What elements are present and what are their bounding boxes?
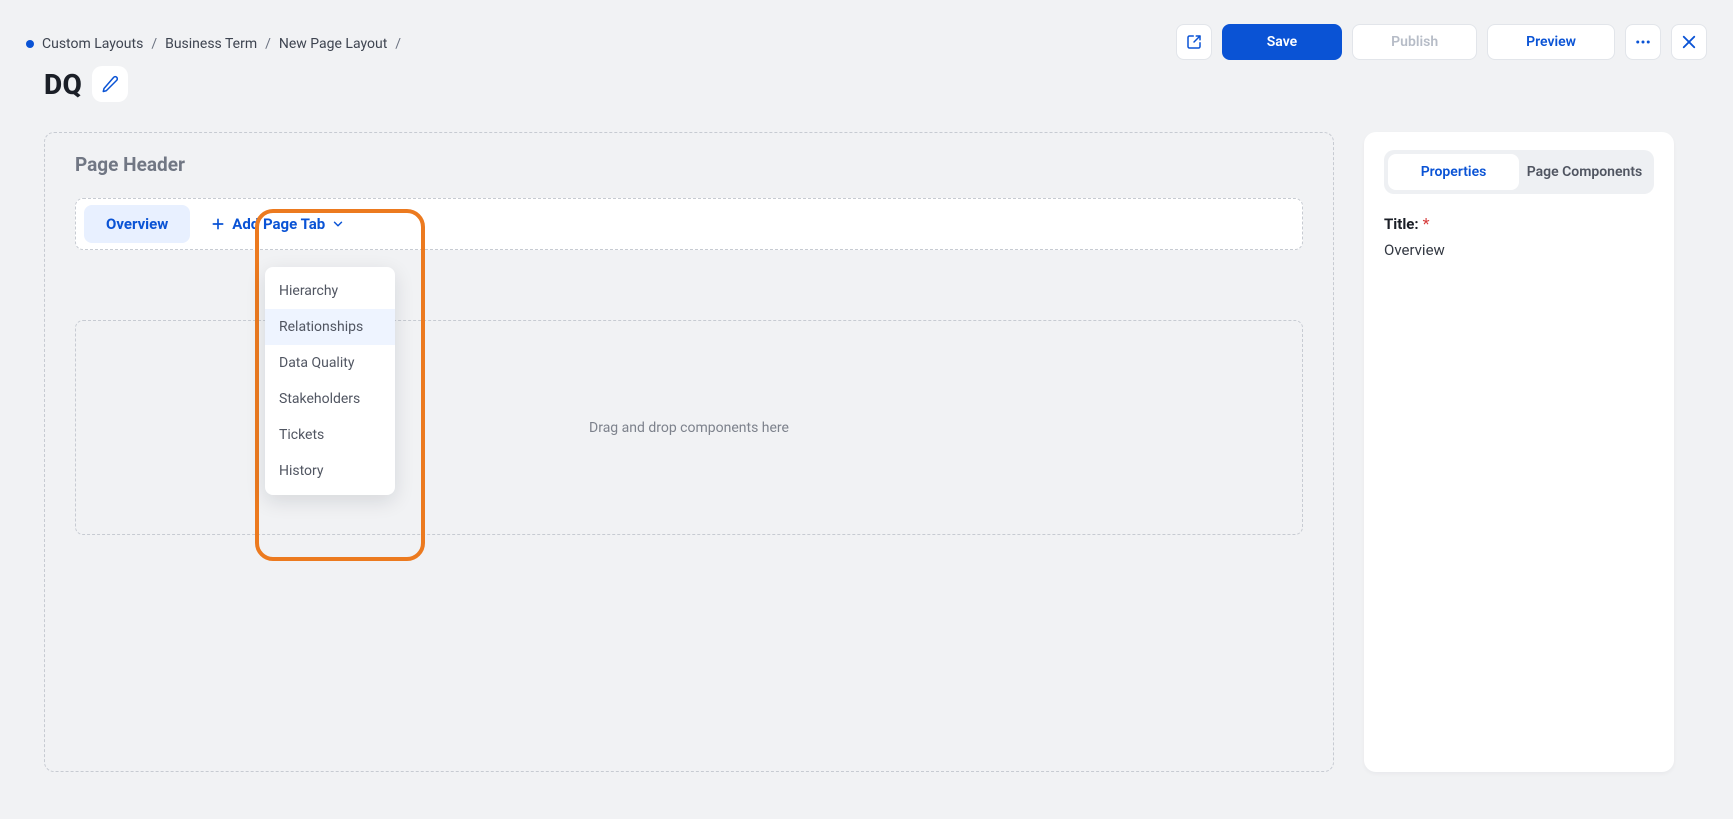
pencil-icon [101, 75, 119, 93]
title-field-label: Title: [1384, 215, 1419, 233]
dropzone-hint: Drag and drop components here [589, 420, 789, 436]
add-page-tab-menu: Hierarchy Relationships Data Quality Sta… [265, 267, 395, 495]
more-button[interactable] [1625, 24, 1661, 60]
title-field-value[interactable]: Overview [1384, 241, 1654, 259]
breadcrumb-sep: / [265, 36, 271, 52]
page-title: DQ [44, 68, 82, 101]
menu-item-tickets[interactable]: Tickets [265, 417, 395, 453]
breadcrumb-sep: / [395, 36, 401, 52]
add-page-tab-button[interactable]: Add Page Tab [198, 205, 357, 243]
breadcrumb: Custom Layouts / Business Term / New Pag… [26, 36, 401, 52]
close-icon [1680, 33, 1698, 51]
breadcrumb-sep: / [151, 36, 157, 52]
page-header-section-label: Page Header [75, 153, 1303, 176]
menu-item-history[interactable]: History [265, 453, 395, 489]
breadcrumb-dot-icon [26, 40, 34, 48]
menu-item-relationships[interactable]: Relationships [265, 309, 395, 345]
menu-item-stakeholders[interactable]: Stakeholders [265, 381, 395, 417]
menu-item-data-quality[interactable]: Data Quality [265, 345, 395, 381]
tab-overview[interactable]: Overview [84, 205, 190, 243]
breadcrumb-link[interactable]: Business Term [165, 36, 257, 52]
tab-page-components[interactable]: Page Components [1519, 154, 1650, 190]
publish-button: Publish [1352, 24, 1477, 60]
breadcrumb-link[interactable]: Custom Layouts [42, 36, 143, 52]
page-tab-strip: Overview Add Page Tab [75, 198, 1303, 250]
action-bar: Save Publish Preview [1176, 24, 1707, 60]
side-panel: Properties Page Components Title: * Over… [1364, 132, 1674, 772]
component-dropzone[interactable]: Drag and drop components here [75, 320, 1303, 535]
save-button[interactable]: Save [1222, 24, 1342, 60]
close-button[interactable] [1671, 24, 1707, 60]
layout-canvas: Page Header Overview Add Page Tab Hierar… [44, 132, 1334, 772]
add-page-tab-label: Add Page Tab [232, 215, 325, 233]
breadcrumb-link[interactable]: New Page Layout [279, 36, 387, 52]
plus-icon [210, 216, 226, 232]
menu-item-hierarchy[interactable]: Hierarchy [265, 273, 395, 309]
required-indicator: * [1423, 214, 1430, 233]
preview-button[interactable]: Preview [1487, 24, 1615, 60]
open-external-icon [1185, 33, 1203, 51]
more-horizontal-icon [1634, 33, 1652, 51]
chevron-down-icon [331, 217, 345, 231]
external-link-button[interactable] [1176, 24, 1212, 60]
tab-properties[interactable]: Properties [1388, 154, 1519, 190]
edit-title-button[interactable] [92, 66, 128, 102]
panel-tabs: Properties Page Components [1384, 150, 1654, 194]
